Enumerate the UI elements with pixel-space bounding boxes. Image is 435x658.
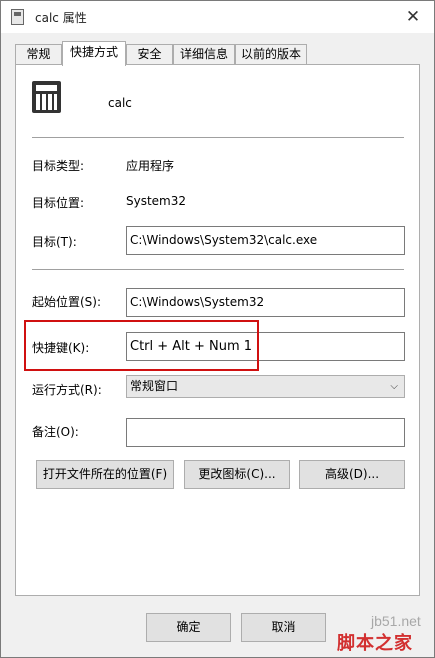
separator — [32, 269, 404, 270]
target-location-value: System32 — [126, 194, 187, 208]
tab-security[interactable]: 安全 — [126, 44, 173, 65]
start-in-label: 起始位置(S): — [32, 295, 102, 309]
ok-button[interactable]: 确定 — [146, 613, 231, 642]
comment-label: 备注(O): — [32, 425, 79, 439]
shortcut-panel: calc 目标类型: 应用程序 目标位置: System32 目标(T): C:… — [15, 64, 420, 596]
target-type-value: 应用程序 — [126, 159, 175, 173]
watermark-url: jb51.net — [371, 613, 421, 629]
properties-dialog: calc 属性 ✕ 常规 快捷方式 安全 详细信息 以前的版本 calc 目标类… — [0, 0, 435, 658]
advanced-button[interactable]: 高级(D)... — [299, 460, 405, 489]
app-name: calc — [108, 96, 132, 110]
calculator-icon — [32, 81, 61, 113]
comment-field[interactable] — [126, 418, 405, 447]
separator — [32, 137, 404, 138]
run-label: 运行方式(R): — [32, 383, 102, 397]
cancel-button[interactable]: 取消 — [241, 613, 326, 642]
change-icon-button[interactable]: 更改图标(C)... — [184, 460, 290, 489]
tab-shortcut[interactable]: 快捷方式 — [62, 41, 126, 66]
window-title: calc 属性 — [35, 11, 87, 25]
target-label: 目标(T): — [32, 235, 77, 249]
watermark-logo: 脚本之家 — [337, 633, 413, 654]
calculator-icon — [11, 9, 24, 25]
run-select-value: 常规窗口 — [130, 379, 179, 393]
target-field[interactable]: C:\Windows\System32\calc.exe — [126, 226, 405, 255]
start-in-field[interactable]: C:\Windows\System32 — [126, 288, 405, 317]
open-location-button[interactable]: 打开文件所在的位置(F) — [36, 460, 174, 489]
chevron-down-icon: ⌵ — [390, 381, 398, 392]
tab-general[interactable]: 常规 — [15, 44, 62, 65]
title-bar: calc 属性 ✕ — [1, 1, 434, 33]
target-type-label: 目标类型: — [32, 159, 85, 173]
tab-details[interactable]: 详细信息 — [173, 44, 235, 65]
run-select[interactable]: 常规窗口 ⌵ — [126, 375, 405, 398]
close-button[interactable]: ✕ — [399, 5, 427, 29]
target-location-label: 目标位置: — [32, 196, 85, 210]
tab-previous-versions[interactable]: 以前的版本 — [235, 44, 307, 65]
highlight-box — [24, 320, 259, 371]
